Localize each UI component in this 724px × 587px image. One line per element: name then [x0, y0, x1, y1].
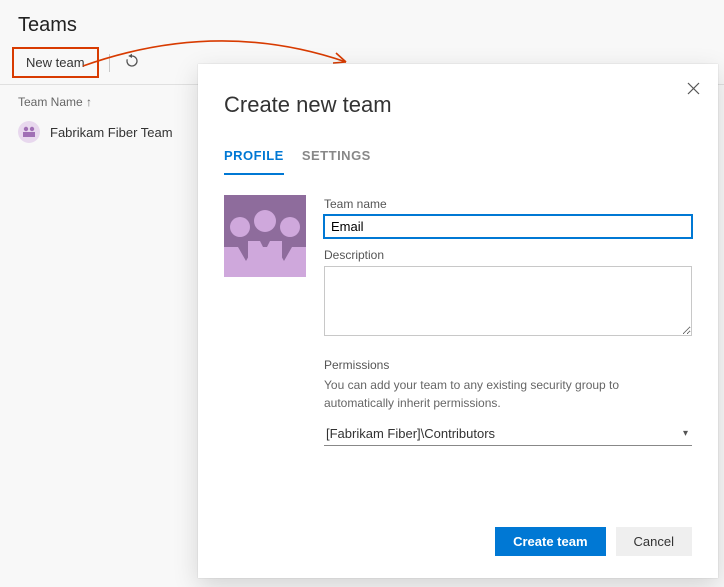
cancel-button[interactable]: Cancel	[616, 527, 692, 556]
permissions-label: Permissions	[324, 358, 692, 372]
dialog-footer: Create team Cancel	[198, 509, 718, 578]
create-team-dialog: Create new team PROFILE SETTINGS Team na…	[198, 64, 718, 578]
chevron-down-icon: ▾	[683, 428, 688, 439]
permissions-selected-value: [Fabrikam Fiber]\Contributors	[326, 426, 495, 441]
team-avatar-large[interactable]	[224, 195, 306, 277]
people-icon	[224, 195, 306, 277]
team-avatar-icon	[18, 121, 40, 143]
team-name-cell: Fabrikam Fiber Team	[50, 125, 173, 140]
tabs: PROFILE SETTINGS	[198, 128, 718, 175]
permissions-select[interactable]: [Fabrikam Fiber]\Contributors ▾	[324, 422, 692, 446]
dialog-title: Create new team	[198, 64, 718, 128]
refresh-button[interactable]	[120, 49, 144, 76]
tab-profile[interactable]: PROFILE	[224, 144, 284, 175]
team-name-input[interactable]	[324, 215, 692, 238]
description-input[interactable]	[324, 266, 692, 336]
close-button[interactable]	[683, 78, 704, 103]
form-area: Team name Description Permissions You ca…	[198, 175, 718, 509]
page-title: Teams	[0, 0, 724, 45]
form-fields: Team name Description Permissions You ca…	[324, 195, 692, 509]
toolbar-divider	[109, 54, 110, 72]
permissions-help-text: You can add your team to any existing se…	[324, 376, 692, 412]
refresh-icon	[124, 53, 140, 69]
close-icon	[687, 82, 700, 95]
description-label: Description	[324, 248, 692, 262]
team-name-label: Team name	[324, 197, 692, 211]
create-team-button[interactable]: Create team	[495, 527, 605, 556]
tab-settings[interactable]: SETTINGS	[302, 144, 371, 175]
new-team-button[interactable]: New team	[12, 47, 99, 78]
